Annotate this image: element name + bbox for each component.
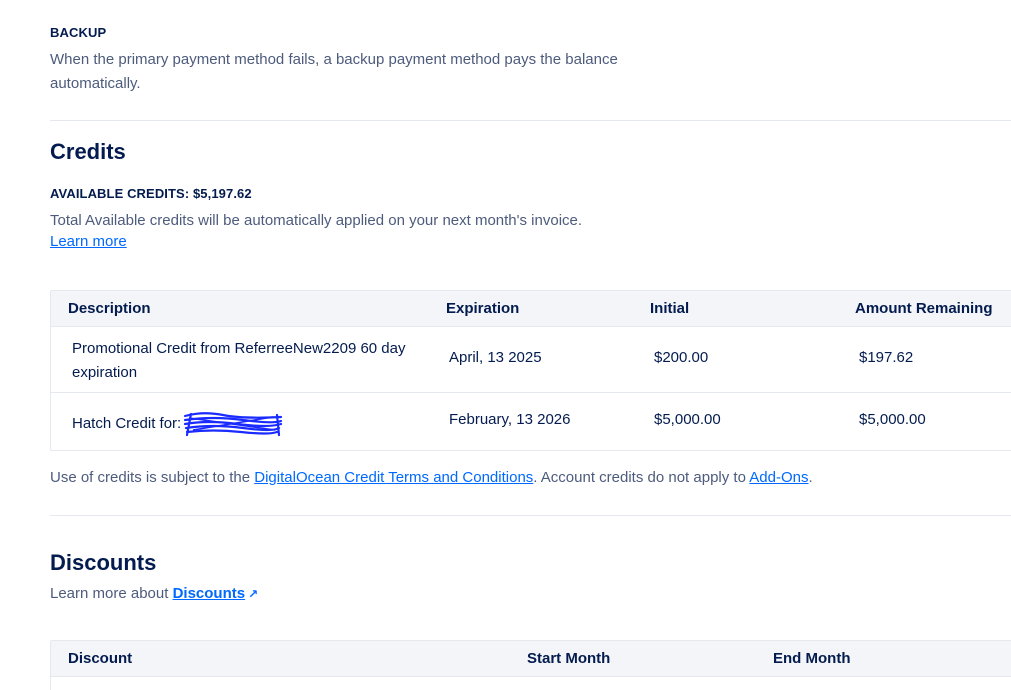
discounts-link[interactable]: Discounts xyxy=(173,585,246,602)
credits-heading: Credits xyxy=(50,139,126,164)
discounts-learn-more: Learn more about Discounts ↗ xyxy=(50,582,258,606)
credit-description: Hatch Credit for: xyxy=(72,414,182,432)
external-link-icon[interactable]: ↗ xyxy=(248,582,258,606)
credits-learn-more-link[interactable]: Learn more xyxy=(50,233,127,250)
credits-terms-note: Use of credits is subject to the Digital… xyxy=(50,466,813,490)
column-header-end-month[interactable]: End Month xyxy=(773,650,850,667)
credit-remaining: $197.62 xyxy=(859,349,914,366)
discounts-table-header: Discount Start Month End Month xyxy=(51,641,1011,677)
discounts-learn-prefix: Learn more about xyxy=(50,585,173,602)
credit-initial: $5,000.00 xyxy=(654,411,721,428)
column-header-description[interactable]: Description xyxy=(68,300,151,317)
column-header-discount[interactable]: Discount xyxy=(68,650,132,667)
backup-description: When the primary payment method fails, a… xyxy=(50,51,618,92)
table-row: Promotional Credit from ReferreeNew2209 … xyxy=(51,327,1011,393)
section-divider xyxy=(50,120,1011,121)
credits-description: Total Available credits will be automati… xyxy=(50,212,583,229)
table-row: Hatch Credit for: February, 13 2026 $5,0… xyxy=(51,393,1011,450)
section-divider xyxy=(50,515,1011,516)
terms-middle: . Account credits do not apply to xyxy=(533,469,750,486)
backup-title: BACKUP xyxy=(50,25,107,40)
discounts-heading: Discounts xyxy=(50,550,157,575)
credit-expiration: February, 13 2026 xyxy=(449,411,571,428)
column-header-amount-remaining[interactable]: Amount Remaining xyxy=(855,300,993,317)
credit-expiration: April, 13 2025 xyxy=(449,349,542,366)
credits-table-header: Description Expiration Initial Amount Re… xyxy=(51,291,1011,327)
credit-remaining: $5,000.00 xyxy=(859,411,926,428)
redaction-scribble xyxy=(184,412,283,437)
credit-terms-link[interactable]: DigitalOcean Credit Terms and Conditions xyxy=(254,469,533,486)
column-header-initial[interactable]: Initial xyxy=(650,300,689,317)
credit-initial: $200.00 xyxy=(654,349,709,366)
column-header-start-month[interactable]: Start Month xyxy=(527,650,610,667)
column-header-expiration[interactable]: Expiration xyxy=(446,300,519,317)
discounts-table: Discount Start Month End Month xyxy=(50,640,1011,690)
available-credits: AVAILABLE CREDITS: $5,197.62 xyxy=(50,186,252,201)
add-ons-link[interactable]: Add-Ons xyxy=(749,469,808,486)
credit-description-cell: Hatch Credit for: xyxy=(72,411,283,437)
terms-prefix: Use of credits is subject to the xyxy=(50,469,255,486)
credit-description: Promotional Credit from ReferreeNew2209 … xyxy=(72,340,406,381)
terms-suffix: . xyxy=(808,469,813,486)
credits-table: Description Expiration Initial Amount Re… xyxy=(50,290,1011,451)
